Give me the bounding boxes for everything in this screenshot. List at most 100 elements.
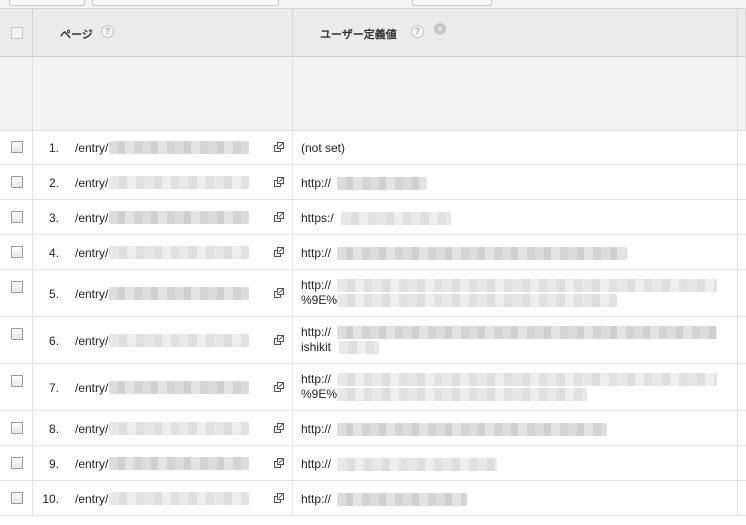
- page-cell: 7. /entry/: [33, 364, 293, 410]
- user-value-cell: http://: [293, 446, 738, 480]
- page-path-link[interactable]: /entry/: [75, 492, 108, 506]
- page-path-link[interactable]: /entry/: [75, 141, 108, 155]
- row-number: 5.: [48, 287, 59, 301]
- user-value-text-continued: ishikit: [301, 340, 332, 354]
- help-icon[interactable]: ?: [101, 25, 114, 38]
- redacted-text: [337, 177, 427, 190]
- table-row[interactable]: 1. /entry/ (not set): [0, 131, 746, 165]
- redacted-text: [337, 423, 607, 436]
- header-extra-cell: [738, 9, 746, 56]
- user-value-cell: http://%9E%: [293, 364, 738, 410]
- user-value-cell: http://: [293, 165, 738, 199]
- header-user-value-cell[interactable]: ユーザー定義値 ? ×: [293, 9, 738, 56]
- page-path-link[interactable]: /entry/: [75, 211, 108, 225]
- table-row[interactable]: 8. /entry/http://: [0, 411, 746, 446]
- row-checkbox[interactable]: [11, 141, 23, 153]
- open-in-new-window-icon[interactable]: [274, 458, 285, 468]
- user-value-cell: (not set): [293, 131, 738, 164]
- page-path-link[interactable]: /entry/: [75, 287, 108, 301]
- page-path-link[interactable]: /entry/: [75, 422, 108, 436]
- table-row[interactable]: 4. /entry/http://: [0, 235, 746, 270]
- open-in-new-window-icon[interactable]: [274, 288, 285, 298]
- user-value-cell: http://%9E%: [293, 270, 738, 316]
- page-path-link[interactable]: /entry/: [75, 176, 108, 190]
- table-row[interactable]: 7. /entry/http://%9E%: [0, 364, 746, 411]
- user-value-text: http://: [301, 246, 332, 260]
- user-value-text: http://: [301, 372, 332, 386]
- summary-check-cell: [0, 57, 33, 130]
- row-checkbox[interactable]: [11, 457, 23, 469]
- row-extra-cell: [738, 411, 746, 445]
- row-checkbox-cell: [0, 200, 33, 234]
- user-value-text: https:/: [301, 211, 334, 225]
- open-in-new-window-icon[interactable]: [274, 142, 285, 152]
- toolbar-button[interactable]: [412, 0, 492, 6]
- user-value-cell: http://ishikit: [293, 317, 738, 363]
- user-value-text: (not set): [301, 141, 346, 155]
- row-extra-cell: [738, 235, 746, 269]
- row-checkbox[interactable]: [11, 246, 23, 258]
- redacted-text: [109, 381, 249, 394]
- row-extra-cell: [738, 481, 746, 515]
- table-row[interactable]: 3. /entry/https:/: [0, 200, 746, 235]
- table-row[interactable]: 2. /entry/http://: [0, 165, 746, 200]
- page-path-link[interactable]: /entry/: [75, 381, 108, 395]
- user-value-cell: https:/: [293, 200, 738, 234]
- page-cell: 6. /entry/: [33, 317, 293, 363]
- user-value-text: http://: [301, 422, 332, 436]
- row-checkbox-cell: [0, 481, 33, 515]
- user-value-text: http://: [301, 278, 332, 292]
- table-row[interactable]: 6. /entry/http://ishikit: [0, 317, 746, 364]
- summary-page-cell: [33, 57, 293, 130]
- toolbar-dropdown[interactable]: [92, 0, 279, 6]
- page-cell: 3. /entry/: [33, 200, 293, 234]
- report-table: ページ ? ユーザー定義値 ? × 1. /entry/ (not set) 2. /e…: [0, 9, 746, 516]
- row-checkbox-cell: [0, 364, 33, 410]
- row-checkbox[interactable]: [11, 492, 23, 504]
- toolbar-button[interactable]: [9, 0, 85, 6]
- row-checkbox[interactable]: [11, 176, 23, 188]
- table-row[interactable]: 9. /entry/http://: [0, 446, 746, 481]
- select-all-checkbox[interactable]: [11, 27, 23, 39]
- redacted-text: [109, 422, 249, 435]
- open-in-new-window-icon[interactable]: [274, 382, 285, 392]
- row-extra-cell: [738, 131, 746, 164]
- user-value-text: http://: [301, 176, 332, 190]
- top-toolbar: [0, 0, 746, 9]
- row-extra-cell: [738, 270, 746, 316]
- table-row[interactable]: 5. /entry/http://%9E%: [0, 270, 746, 317]
- open-in-new-window-icon[interactable]: [274, 247, 285, 257]
- row-checkbox[interactable]: [11, 281, 23, 293]
- page-path-link[interactable]: /entry/: [75, 334, 108, 348]
- user-value-column-header[interactable]: ユーザー定義値: [320, 26, 397, 42]
- row-checkbox[interactable]: [11, 211, 23, 223]
- open-in-new-window-icon[interactable]: [274, 177, 285, 187]
- user-value-cell: http://: [293, 481, 738, 515]
- open-in-new-window-icon[interactable]: [274, 423, 285, 433]
- row-number: 8.: [48, 422, 59, 436]
- user-value-text: http://: [301, 325, 332, 339]
- redacted-text: [337, 279, 717, 292]
- open-in-new-window-icon[interactable]: [274, 212, 285, 222]
- redacted-text: [337, 458, 497, 471]
- page-path-link[interactable]: /entry/: [75, 457, 108, 471]
- page-cell: 5. /entry/: [33, 270, 293, 316]
- open-in-new-window-icon[interactable]: [274, 493, 285, 503]
- page-column-header[interactable]: ページ: [60, 26, 93, 42]
- open-in-new-window-icon[interactable]: [274, 335, 285, 345]
- remove-dimension-icon[interactable]: ×: [434, 23, 446, 35]
- header-page-cell[interactable]: ページ ?: [33, 9, 293, 56]
- row-checkbox-cell: [0, 411, 33, 445]
- row-checkbox[interactable]: [11, 422, 23, 434]
- row-checkbox[interactable]: [11, 375, 23, 387]
- help-icon[interactable]: ?: [411, 25, 424, 38]
- redacted-text: [109, 492, 249, 505]
- table-row[interactable]: 10. /entry/http://: [0, 481, 746, 516]
- row-checkbox[interactable]: [11, 328, 23, 340]
- redacted-text: [109, 176, 249, 189]
- redacted-text: [109, 141, 249, 154]
- redacted-text: [341, 212, 451, 225]
- redacted-text: [339, 341, 379, 354]
- page-path-link[interactable]: /entry/: [75, 246, 108, 260]
- redacted-text: [337, 373, 717, 386]
